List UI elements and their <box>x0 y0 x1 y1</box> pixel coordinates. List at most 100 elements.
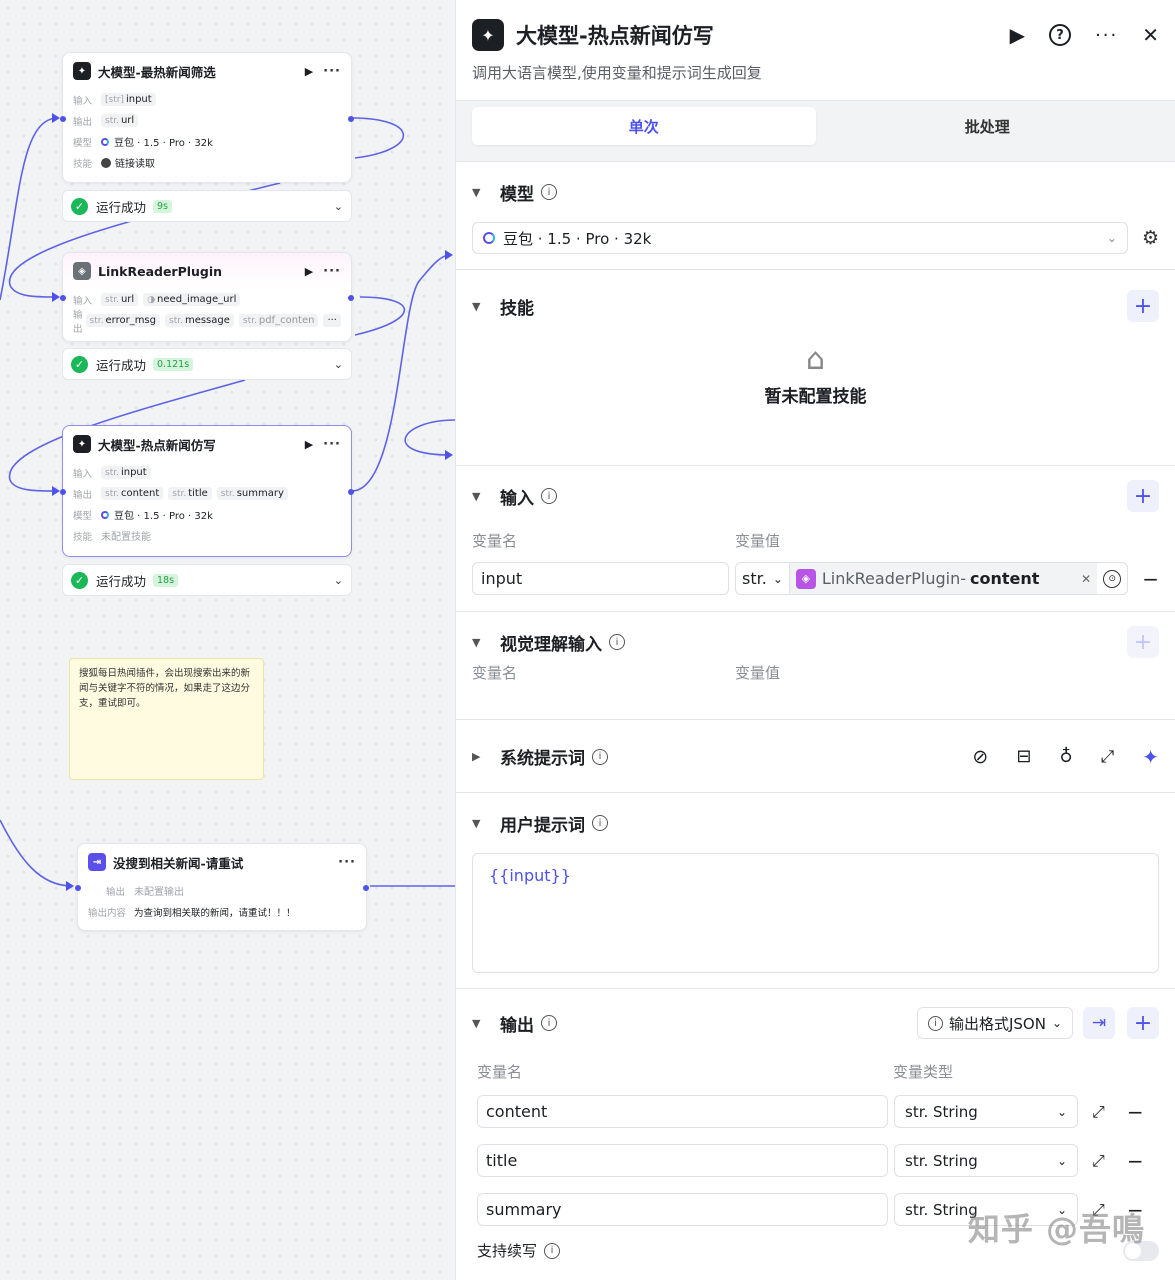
system-prompt-section: ▶ 系统提示词 i ⊘ ⊟ ♁ ⤢ ✦ <box>456 720 1175 793</box>
add-input-button[interactable]: + <box>1127 480 1159 512</box>
more-icon[interactable]: ··· <box>323 264 341 279</box>
input-tag: str. input <box>101 466 151 479</box>
chevron-down-icon: ⌄ <box>333 573 343 587</box>
clear-icon[interactable]: ✕ <box>1081 572 1091 586</box>
output-port[interactable] <box>348 489 354 495</box>
model-select[interactable]: 豆包 · 1.5 · Pro · 32k ⌄ <box>472 222 1128 254</box>
node-no-news-retry[interactable]: ⇥ 没搜到相关新闻-请重试 ··· 输出 未配置输出 输出内容 为查询到相关联的… <box>75 843 369 931</box>
output-tag: str. message <box>165 314 234 327</box>
input-port[interactable] <box>60 295 66 301</box>
remove-input-button[interactable]: − <box>1142 567 1159 591</box>
chevron-down-icon: ⌄ <box>333 357 343 371</box>
expand-icon[interactable]: ⤢ <box>1092 1102 1105 1122</box>
input-value-field[interactable]: str. ⌄ ◈ LinkReaderPlugin - content ✕ ⊙ <box>735 562 1129 595</box>
tab-batch[interactable]: 批处理 <box>816 107 1160 145</box>
more-icon[interactable]: ··· <box>323 64 341 79</box>
node-hot-news-filter[interactable]: ✦ 大模型-最热新闻筛选 ▶ ··· 输入 [str] input 输出 str.… <box>60 52 354 183</box>
input-name-field[interactable]: input <box>472 562 729 595</box>
more-outputs[interactable]: ··· <box>323 314 341 327</box>
output-name-field[interactable]: summary <box>477 1193 888 1226</box>
user-prompt-editor[interactable]: {{input}} <box>472 853 1159 973</box>
add-output-button[interactable]: + <box>1127 1007 1159 1039</box>
library-icon[interactable]: ⊟ <box>1016 746 1031 767</box>
run-icon[interactable]: ▶ <box>305 265 313 278</box>
output-tag: str. error_msg <box>85 314 160 327</box>
node-output-row: 输出 str. error_msg str. message str. pdf_con… <box>63 310 351 335</box>
output-name-field[interactable]: title <box>477 1144 888 1177</box>
llm-icon: ✦ <box>73 435 91 453</box>
more-icon[interactable]: ··· <box>1095 25 1118 46</box>
node-skill-row: 技能 链接读取 <box>73 157 155 170</box>
output-port[interactable] <box>363 885 369 891</box>
doubao-icon <box>483 232 495 244</box>
output-tag: str. summary <box>216 487 288 500</box>
tab-single[interactable]: 单次 <box>472 107 816 145</box>
output-format-select[interactable]: i 输出格式JSON ⌄ <box>916 1007 1073 1039</box>
panel-header: ✦ 大模型-热点新闻仿写 ▶ ? ··· ✕ 调用大语言模型,使用变量和提示词生… <box>456 0 1175 100</box>
output-port[interactable] <box>348 295 354 301</box>
edge-panel-loop <box>404 419 455 456</box>
info-icon[interactable]: i <box>541 184 557 200</box>
output-name-field[interactable]: content <box>477 1095 888 1128</box>
info-icon[interactable]: i <box>592 748 608 765</box>
node-output-row: 输出 str. url <box>63 110 351 131</box>
more-icon[interactable]: ··· <box>338 855 356 870</box>
add-visual-input-button[interactable]: + <box>1127 626 1159 658</box>
input-port[interactable] <box>60 489 66 495</box>
run-icon[interactable]: ▶ <box>1010 23 1025 47</box>
sticky-note[interactable]: 搜狐每日热闻插件，会出现搜索出来的新闻与关键字不符的情况，如果走了这边分支，重试… <box>69 658 264 780</box>
output-type-select[interactable]: str. String ⌄ <box>894 1144 1078 1177</box>
input-port[interactable] <box>75 885 81 891</box>
input-port[interactable] <box>60 116 66 122</box>
lightbulb-icon[interactable]: ♁ <box>1059 746 1072 767</box>
output-type-select[interactable]: str. String ⌄ <box>894 1095 1078 1128</box>
visual-input-section: ▼ 视觉理解输入 i + 变量名 变量值 <box>456 612 1175 720</box>
workflow-canvas[interactable]: ✦ 大模型-最热新闻筛选 ▶ ··· 输入 [str] input 输出 str.… <box>0 0 455 1280</box>
node-config-panel: ✦ 大模型-热点新闻仿写 ▶ ? ··· ✕ 调用大语言模型,使用变量和提示词生… <box>455 0 1175 1280</box>
expand-icon[interactable]: ⤢ <box>1092 1151 1105 1171</box>
more-icon[interactable]: ··· <box>323 437 341 452</box>
compass-icon[interactable]: ⊘ <box>972 746 988 768</box>
info-icon[interactable]: i <box>544 1242 561 1259</box>
run-status-2[interactable]: ✓ 运行成功 0.121s ⌄ <box>62 348 352 380</box>
chevron-down-icon[interactable]: ⌄ <box>773 572 783 586</box>
remove-output-button[interactable]: − <box>1127 1149 1144 1173</box>
node-hot-news-rewrite[interactable]: ✦ 大模型-热点新闻仿写 ▶ ··· 输入 str. input 输出 str. c… <box>60 425 354 557</box>
info-icon[interactable]: i <box>541 1015 557 1031</box>
run-status-1[interactable]: ✓ 运行成功 9s ⌄ <box>62 190 352 222</box>
run-status-3[interactable]: ✓ 运行成功 18s ⌄ <box>62 564 352 596</box>
gear-icon[interactable]: ⚙ <box>1142 227 1159 249</box>
edge-n3-to-panel <box>351 254 451 492</box>
expand-icon[interactable]: ⤢ <box>1101 747 1115 767</box>
remove-output-button[interactable]: − <box>1127 1100 1144 1124</box>
variable-reference[interactable]: ◈ LinkReaderPlugin - content ✕ <box>788 563 1098 594</box>
add-skill-button[interactable]: + <box>1127 290 1159 322</box>
chevron-down-icon[interactable]: ▼ <box>472 817 500 830</box>
success-icon: ✓ <box>71 197 88 215</box>
panel-title[interactable]: 大模型-热点新闻仿写 <box>516 20 986 50</box>
input-section: ▼ 输入 i + 变量名 变量值 input str. ⌄ ◈ LinkRead… <box>456 466 1175 612</box>
ai-sparkle-icon[interactable]: ✦ <box>1142 745 1159 769</box>
info-icon[interactable]: i <box>541 488 557 504</box>
panel-description[interactable]: 调用大语言模型,使用变量和提示词生成回复 <box>472 62 1159 83</box>
run-icon[interactable]: ▶ <box>305 65 313 78</box>
close-icon[interactable]: ✕ <box>1142 23 1159 47</box>
chevron-down-icon[interactable]: ▼ <box>472 186 500 199</box>
edge-canvas-to-n1 <box>0 117 59 301</box>
chevron-down-icon[interactable]: ▼ <box>472 300 500 313</box>
info-icon: i <box>927 1015 943 1031</box>
variable-picker-icon[interactable]: ⊙ <box>1103 569 1122 588</box>
output-port[interactable] <box>348 116 354 122</box>
chevron-right-icon[interactable]: ▶ <box>472 750 500 763</box>
output-row: content str. String ⌄ ⤢ − <box>472 1095 1159 1128</box>
node-link-reader-plugin[interactable]: ◈ LinkReaderPlugin ▶ ··· 输入 str. url ◑ nee… <box>60 252 354 342</box>
info-icon[interactable]: i <box>592 815 608 831</box>
info-icon[interactable]: i <box>609 634 625 650</box>
import-output-button[interactable]: ⇥ <box>1083 1007 1115 1039</box>
chevron-down-icon[interactable]: ▼ <box>472 1017 500 1030</box>
chevron-down-icon[interactable]: ▼ <box>472 490 500 503</box>
help-icon[interactable]: ? <box>1049 24 1072 46</box>
doubao-icon <box>101 510 109 519</box>
run-icon[interactable]: ▶ <box>305 438 313 451</box>
chevron-down-icon[interactable]: ▼ <box>472 636 500 649</box>
